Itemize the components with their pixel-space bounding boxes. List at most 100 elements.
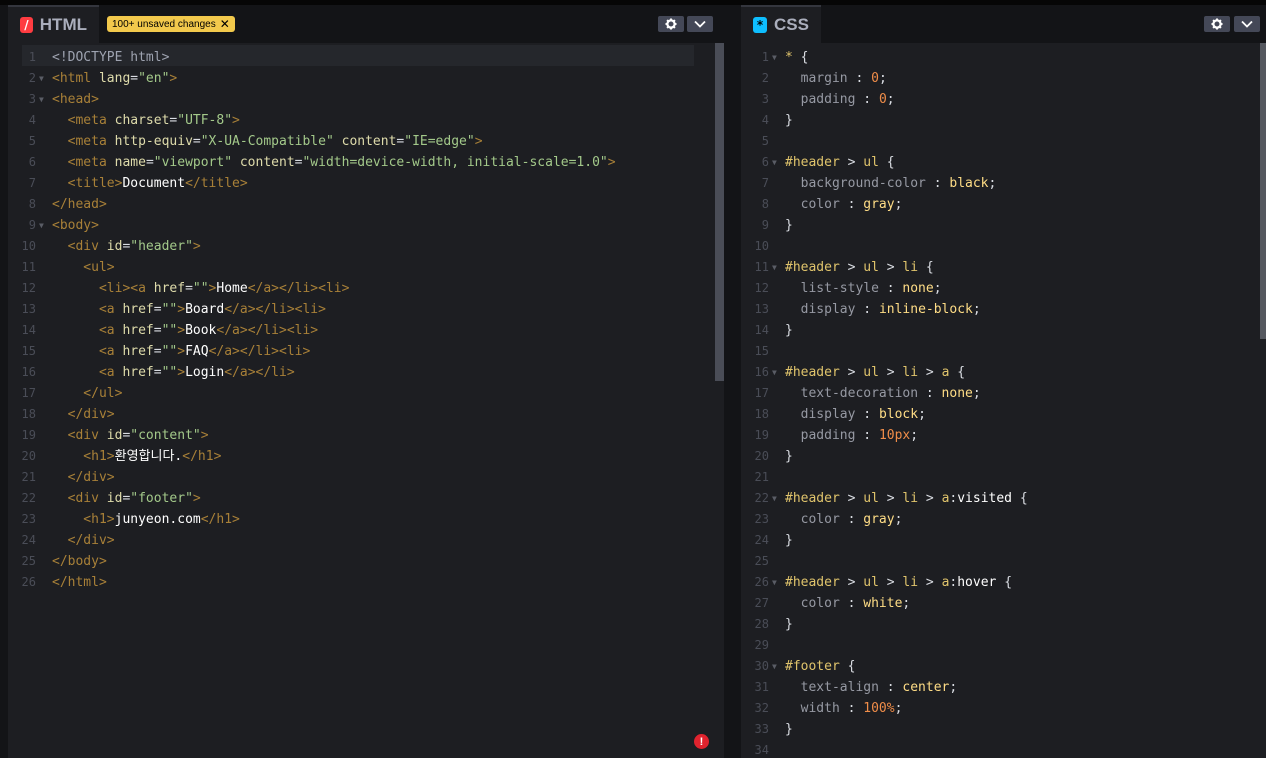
code-line: 28} (741, 614, 1266, 635)
line-number: 25 (21, 554, 36, 568)
fold-arrow-icon[interactable]: ▼ (772, 362, 777, 383)
code-token: </a></li><li> (216, 323, 319, 338)
code-token: } (785, 617, 793, 632)
html-tab[interactable]: / HTML (8, 5, 99, 43)
code-token: <a (52, 302, 123, 317)
code-line: 25 </body> (8, 551, 724, 572)
error-indicator-icon[interactable]: ! (694, 734, 709, 749)
line-number: 3 (28, 92, 36, 106)
panel-divider[interactable] (724, 5, 741, 758)
code-text: <title>Document</title> (52, 173, 248, 194)
code-token: <a (52, 323, 123, 338)
code-token: color (785, 596, 848, 611)
line-number: 20 (754, 449, 769, 463)
html-tab-title: HTML (39, 15, 87, 34)
line-number: 9 (761, 218, 769, 232)
css-editor-panel: * CSS 1 ▼ * {2 margin : 0; 3 padding : 0; 4}… (741, 5, 1266, 758)
code-line: 8 color : gray; (741, 194, 1266, 215)
code-token: "" (161, 365, 178, 380)
line-number: 8 (28, 197, 36, 211)
code-token: ul (863, 575, 887, 590)
code-line: 5 <meta http-equiv="X-UA-Compatible" con… (8, 131, 724, 152)
code-token: id (106, 491, 123, 506)
line-number: 11 (21, 260, 36, 274)
fold-arrow-icon[interactable]: ▼ (772, 656, 777, 677)
code-text: <a href="">Login</a></li> (52, 362, 295, 383)
code-line: 22 <div id="footer"> (8, 488, 724, 509)
line-number: 7 (28, 176, 36, 190)
code-token: <body> (52, 218, 99, 233)
code-token: padding (785, 92, 864, 107)
css-tab[interactable]: * CSS (741, 5, 821, 43)
fold-arrow-icon[interactable]: ▼ (39, 68, 44, 89)
html-editor-panel: / HTML 100+ unsaved changes ✕ ! 1 <!DOCT… (8, 5, 724, 758)
code-token: { (886, 155, 895, 170)
code-token: > (474, 134, 483, 149)
code-token: } (785, 218, 793, 233)
code-text: margin : 0; (785, 68, 887, 89)
html-code-editor[interactable]: ! 1 <!DOCTYPE html> 2 ▼ <html lang="en"> 3 ▼ <h… (8, 43, 724, 758)
code-line: 29 (741, 635, 1266, 656)
line-number: 22 (21, 491, 36, 505)
code-text: list-style : none; (785, 278, 942, 299)
code-token: color (785, 197, 848, 212)
fold-arrow-icon[interactable]: ▼ (772, 152, 777, 173)
code-token: <meta (52, 155, 115, 170)
line-number: 4 (28, 113, 36, 127)
code-token: padding (785, 428, 864, 443)
line-number: 18 (754, 407, 769, 421)
code-token: #header (785, 575, 848, 590)
line-number: 18 (21, 407, 36, 421)
code-text: } (785, 719, 793, 740)
code-token: </body> (52, 554, 107, 569)
code-text: <a href="">Book</a></li><li> (52, 320, 318, 341)
css-settings-button[interactable] (1204, 16, 1230, 32)
code-text: #header > ul > li > a { (785, 362, 965, 383)
code-token: Home (216, 281, 248, 296)
fold-arrow-icon[interactable]: ▼ (772, 47, 777, 68)
fold-arrow-icon[interactable]: ▼ (39, 89, 44, 110)
code-token: #header (785, 365, 848, 380)
line-number: 6 (28, 155, 36, 169)
code-line: 6 ▼ #header > ul { (741, 152, 1266, 173)
line-number: 3 (761, 92, 769, 106)
fold-arrow-icon[interactable]: ▼ (772, 257, 777, 278)
code-token: <div (52, 428, 107, 443)
unsaved-changes-badge[interactable]: 100+ unsaved changes ✕ (107, 16, 235, 32)
close-icon[interactable]: ✕ (220, 18, 230, 30)
line-number: 2 (28, 71, 36, 85)
line-number: 4 (761, 113, 769, 127)
code-token: > (847, 575, 864, 590)
line-number: 10 (21, 239, 36, 253)
code-token: charset (114, 113, 170, 128)
code-token: 0 (878, 92, 887, 107)
code-line: 9} (741, 215, 1266, 236)
code-text: padding : 0; (785, 89, 895, 110)
fold-arrow-icon[interactable]: ▼ (772, 572, 777, 593)
html-settings-button[interactable] (658, 16, 684, 32)
fold-arrow-icon[interactable]: ▼ (39, 215, 44, 236)
code-token: ; (894, 197, 903, 212)
code-text: </html> (52, 572, 107, 593)
code-token: } (785, 113, 793, 128)
code-text: <h1>환영합니다.</h1> (52, 446, 221, 467)
line-number: 13 (754, 302, 769, 316)
code-line: 30 ▼ #footer { (741, 656, 1266, 677)
code-token: </h1> (182, 449, 222, 464)
code-token: : (847, 596, 864, 611)
code-line: 15 <a href="">FAQ</a></li><li> (8, 341, 724, 362)
code-text: } (785, 614, 793, 635)
code-token: ; (972, 386, 981, 401)
code-token: ul (863, 365, 887, 380)
fold-arrow-icon[interactable]: ▼ (772, 488, 777, 509)
code-token: hover (957, 575, 1005, 590)
code-token: </title> (185, 176, 248, 191)
code-token: content (341, 134, 397, 149)
css-collapse-button[interactable] (1234, 16, 1260, 32)
html-collapse-button[interactable] (687, 16, 713, 32)
css-code-editor[interactable]: 1 ▼ * {2 margin : 0; 3 padding : 0; 4} 5 6 ▼ #he… (741, 43, 1266, 758)
code-text: <meta name="viewport" content="width=dev… (52, 152, 616, 173)
code-token: "" (161, 323, 178, 338)
code-line: 9 ▼ <body> (8, 215, 724, 236)
code-token: > (200, 428, 209, 443)
